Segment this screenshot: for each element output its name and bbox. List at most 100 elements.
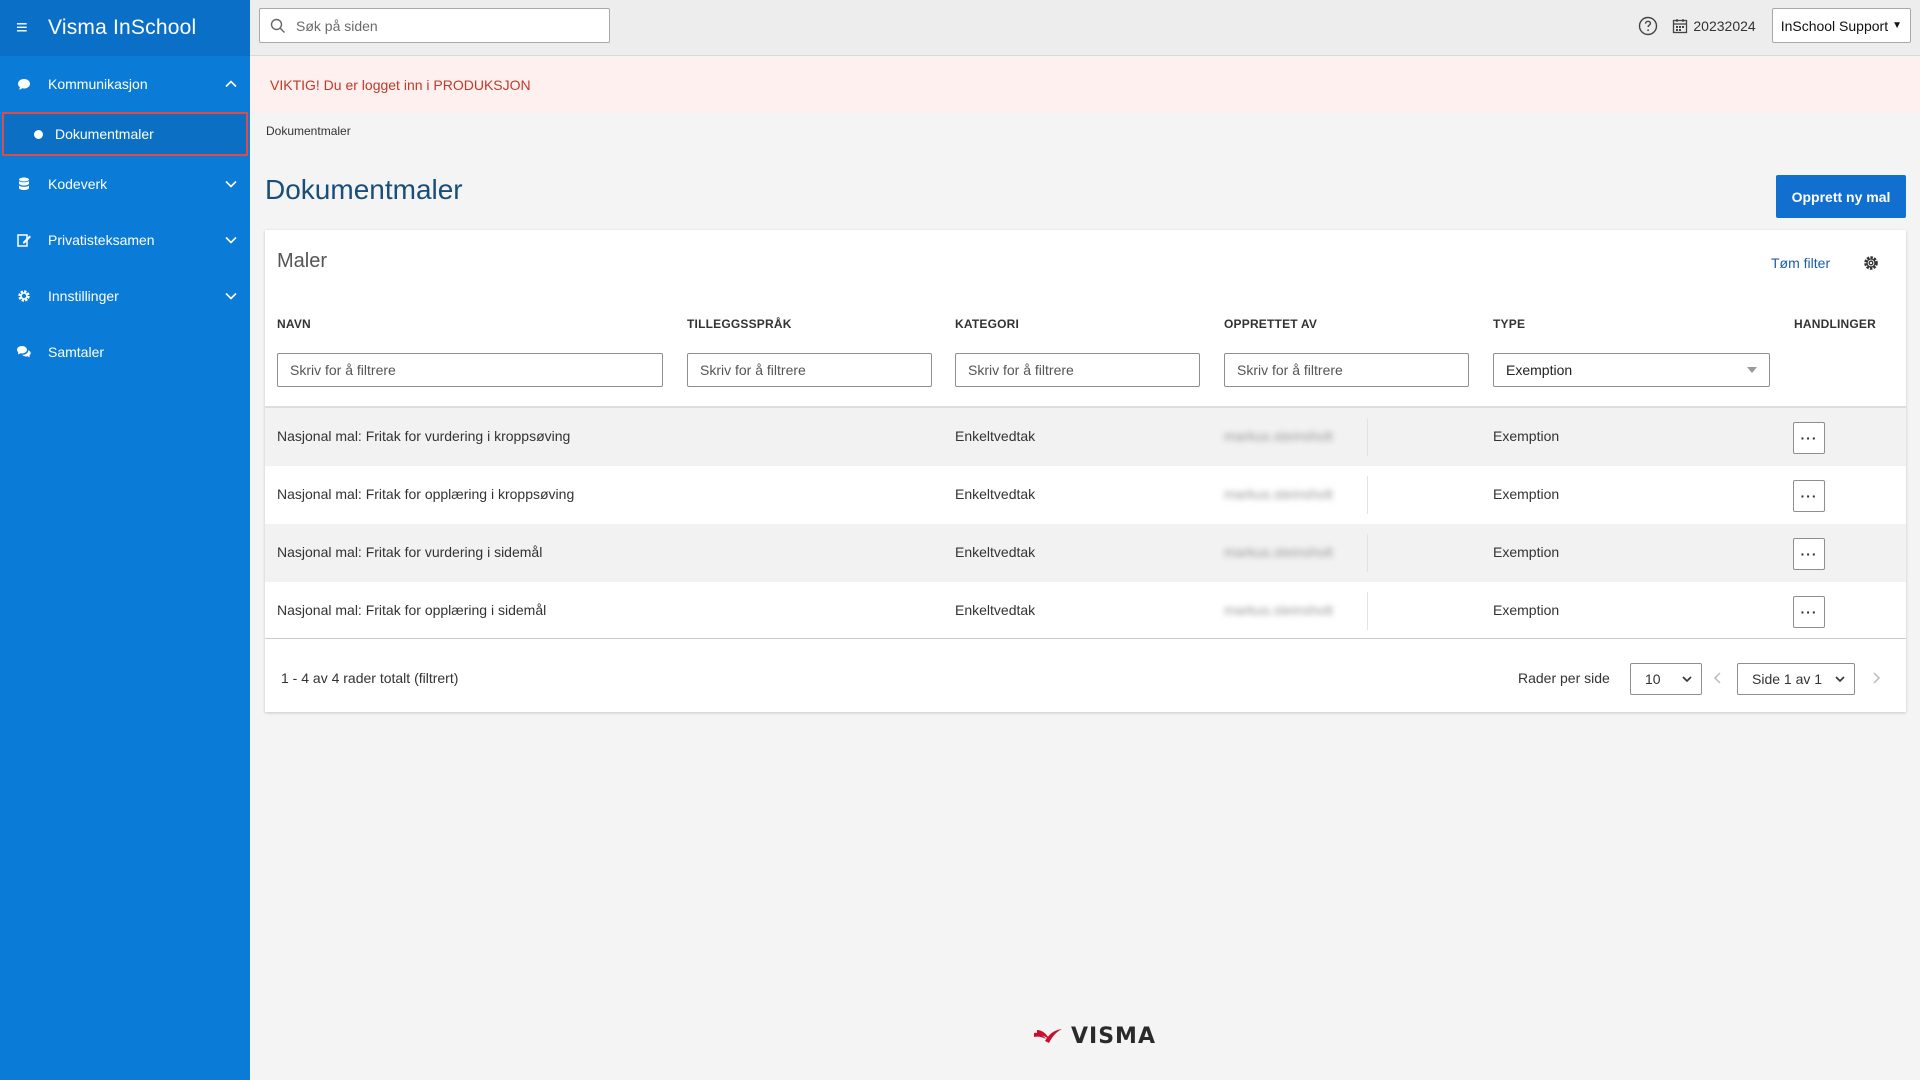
cell-name: Nasjonal mal: Fritak for opplæring i sid… xyxy=(277,602,547,618)
column-header-actions: HANDLINGER xyxy=(1794,317,1876,331)
column-divider xyxy=(1367,418,1368,456)
help-icon[interactable] xyxy=(1638,16,1658,36)
sidebar-item-dokumentmaler[interactable]: Dokumentmaler xyxy=(2,112,248,156)
top-bar: 20232024 InSchool Support ▼ xyxy=(250,0,1920,56)
sidebar-item-label: Innstillinger xyxy=(48,288,119,304)
column-divider xyxy=(1367,534,1368,572)
cell-name: Nasjonal mal: Fritak for vurdering i sid… xyxy=(277,544,543,560)
column-divider xyxy=(1367,592,1368,630)
chevron-down-icon xyxy=(1835,676,1845,683)
cell-type: Exemption xyxy=(1493,486,1560,502)
column-header-created-by[interactable]: OPPRETTET AV xyxy=(1224,317,1317,331)
column-header-name[interactable]: NAVN xyxy=(277,317,311,331)
rows-per-page-select[interactable]: 10 xyxy=(1630,663,1702,695)
chevron-down-icon xyxy=(1682,676,1692,683)
search-icon xyxy=(270,18,285,33)
page-select-value: Side 1 av 1 xyxy=(1752,671,1823,687)
cell-category: Enkeltvedtak xyxy=(955,428,1036,444)
dropdown-arrow-icon xyxy=(1747,367,1757,373)
created-by-filter-input[interactable] xyxy=(1224,353,1469,387)
breadcrumb[interactable]: Dokumentmaler xyxy=(266,124,351,138)
card-title: Maler xyxy=(277,250,328,272)
cell-created-by: markus.steinsholt xyxy=(1224,602,1333,618)
rows-per-page-label: Rader per side xyxy=(1518,670,1610,686)
sidebar-item-kommunikasjon[interactable]: Kommunikasjon xyxy=(0,56,250,112)
cell-name: Nasjonal mal: Fritak for opplæring i kro… xyxy=(277,486,575,502)
next-page-icon[interactable] xyxy=(1869,671,1883,685)
cell-created-by: markus.steinsholt xyxy=(1224,544,1333,560)
row-actions-button[interactable]: ··· xyxy=(1793,596,1825,628)
dot-icon xyxy=(34,129,43,139)
top-right-controls: 20232024 InSchool Support ▼ xyxy=(1638,8,1911,43)
gear-icon xyxy=(16,288,32,304)
type-filter-select[interactable]: Exemption xyxy=(1493,353,1770,387)
cell-type: Exemption xyxy=(1493,602,1560,618)
environment-warning-banner: VIKTIG! Du er logget inn i PRODUKSJON xyxy=(250,57,1920,113)
user-menu-button[interactable]: InSchool Support ▼ xyxy=(1771,8,1911,43)
clear-filter-link[interactable]: Tøm filter xyxy=(1771,255,1830,271)
visma-logo-mark-icon xyxy=(1034,1028,1062,1043)
cell-created-by: markus.steinsholt xyxy=(1224,486,1333,502)
search-input[interactable] xyxy=(296,17,596,34)
row-actions-button[interactable]: ··· xyxy=(1793,422,1825,454)
cell-name: Nasjonal mal: Fritak for vurdering i kro… xyxy=(277,428,571,444)
warning-text: VIKTIG! Du er logget inn i PRODUKSJON xyxy=(270,77,531,93)
menu-icon[interactable]: ≡ xyxy=(16,18,36,38)
school-year-selector[interactable]: 20232024 xyxy=(1672,17,1756,34)
table-row[interactable]: Nasjonal mal: Fritak for opplæring i kro… xyxy=(265,466,1906,524)
sidebar-item-samtaler[interactable]: Samtaler xyxy=(0,324,250,380)
cell-category: Enkeltvedtak xyxy=(955,486,1036,502)
cell-type: Exemption xyxy=(1493,544,1560,560)
sidebar-item-innstillinger[interactable]: Innstillinger xyxy=(0,268,250,324)
name-filter-input[interactable] xyxy=(277,353,663,387)
sidebar: ≡ Visma InSchool Kommunikasjon Dokumentm… xyxy=(0,0,250,1080)
cell-type: Exemption xyxy=(1493,428,1560,444)
previous-page-icon[interactable] xyxy=(1711,671,1725,685)
column-header-category[interactable]: KATEGORI xyxy=(955,317,1019,331)
page-title: Dokumentmaler xyxy=(265,174,463,205)
table-row[interactable]: Nasjonal mal: Fritak for vurdering i sid… xyxy=(265,524,1906,582)
chat-bubble-icon xyxy=(16,76,32,92)
app-header: ≡ Visma InSchool xyxy=(0,0,250,56)
cell-category: Enkeltvedtak xyxy=(955,544,1036,560)
chevron-up-icon xyxy=(225,80,237,88)
sidebar-item-label: Kommunikasjon xyxy=(48,76,148,92)
search-box xyxy=(259,8,610,43)
chevron-down-icon xyxy=(225,236,237,244)
rows-per-page-value: 10 xyxy=(1645,671,1661,687)
chevron-down-icon xyxy=(225,180,237,188)
edit-document-icon xyxy=(16,232,32,248)
row-actions-button[interactable]: ··· xyxy=(1793,480,1825,512)
language-filter-input[interactable] xyxy=(687,353,932,387)
column-header-type[interactable]: TYPE xyxy=(1493,317,1525,331)
table-divider xyxy=(265,638,1906,639)
user-menu-label: InSchool Support xyxy=(1780,17,1889,34)
sidebar-item-label: Samtaler xyxy=(48,344,105,360)
sidebar-item-label: Dokumentmaler xyxy=(55,126,154,142)
templates-card: Maler Tøm filter NAVN TILLEGGSSPRÅK KATE… xyxy=(265,230,1906,712)
create-template-button[interactable]: Opprett ny mal xyxy=(1776,175,1906,218)
sidebar-item-kodeverk[interactable]: Kodeverk xyxy=(0,156,250,212)
column-divider xyxy=(1367,476,1368,514)
row-count-text: 1 - 4 av 4 rader totalt (filtrert) xyxy=(281,670,459,686)
sidebar-nav: Kommunikasjon Dokumentmaler Kodeverk Pri… xyxy=(0,56,250,380)
column-header-language[interactable]: TILLEGGSSPRÅK xyxy=(687,317,792,331)
app-title: Visma InSchool xyxy=(48,16,197,39)
calendar-icon xyxy=(1673,18,1688,33)
sidebar-item-label: Privatisteksamen xyxy=(48,232,155,248)
caret-down-icon: ▼ xyxy=(1892,20,1902,31)
settings-gear-icon[interactable] xyxy=(1862,254,1880,272)
database-icon xyxy=(16,176,32,192)
cell-category: Enkeltvedtak xyxy=(955,602,1036,618)
row-actions-button[interactable]: ··· xyxy=(1793,538,1825,570)
table-row[interactable]: Nasjonal mal: Fritak for vurdering i kro… xyxy=(265,408,1906,466)
visma-logo-text: VISMA xyxy=(1071,1024,1156,1049)
school-year-label: 20232024 xyxy=(1693,17,1756,34)
page-select[interactable]: Side 1 av 1 xyxy=(1737,663,1855,695)
category-filter-input[interactable] xyxy=(955,353,1200,387)
cell-created-by: markus.steinsholt xyxy=(1224,428,1333,444)
sidebar-item-privatisteksamen[interactable]: Privatisteksamen xyxy=(0,212,250,268)
table-row[interactable]: Nasjonal mal: Fritak for opplæring i sid… xyxy=(265,582,1906,640)
conversation-icon xyxy=(16,344,32,360)
sidebar-item-label: Kodeverk xyxy=(48,176,108,192)
